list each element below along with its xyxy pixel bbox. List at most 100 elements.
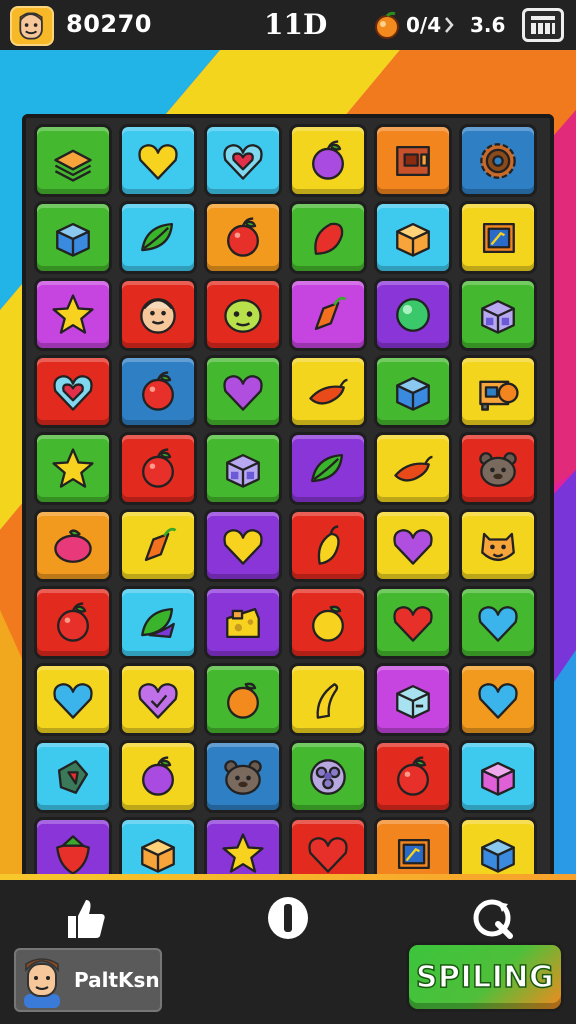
tile-leaf-green[interactable] xyxy=(119,201,197,274)
tile-machine[interactable] xyxy=(459,355,537,428)
tile-heart-blue[interactable] xyxy=(459,663,537,736)
shield-icon xyxy=(57,759,89,794)
tile-star-yellow[interactable] xyxy=(34,432,112,505)
arrow-right-icon xyxy=(445,17,454,33)
star-yellow-icon xyxy=(222,832,264,873)
strawberry-icon xyxy=(56,834,90,875)
tile-leaf-purple[interactable] xyxy=(119,586,197,659)
tile-heart-red[interactable] xyxy=(374,586,452,659)
tile-face-bear[interactable] xyxy=(459,432,537,505)
tile-card-blue[interactable] xyxy=(374,817,452,876)
pause-icon[interactable] xyxy=(264,894,312,942)
tile-star-yellow[interactable] xyxy=(34,278,112,351)
tile-apple-red[interactable] xyxy=(374,740,452,813)
tile-chili[interactable] xyxy=(374,432,452,505)
tile-card-blue[interactable] xyxy=(459,201,537,274)
tile-apple-red[interactable] xyxy=(34,586,112,659)
tile-heart-blue[interactable] xyxy=(34,663,112,736)
tile-heart-outline[interactable] xyxy=(34,355,112,428)
box-orange-icon xyxy=(396,222,430,257)
tile-chili[interactable] xyxy=(289,355,367,428)
tile-apple-red[interactable] xyxy=(119,432,197,505)
card-blue-icon xyxy=(397,838,430,869)
tile-face-round[interactable] xyxy=(119,278,197,351)
tile-box-brown[interactable] xyxy=(374,124,452,197)
tile-cheese[interactable] xyxy=(204,586,282,659)
tile-star-yellow[interactable] xyxy=(204,817,282,876)
tile-heart-purple[interactable] xyxy=(374,509,452,582)
tile-face-bear[interactable] xyxy=(204,740,282,813)
tile-apple-red[interactable] xyxy=(204,201,282,274)
face-bear-icon xyxy=(479,451,517,487)
tile-heart-red[interactable] xyxy=(289,817,367,876)
tile-plum[interactable] xyxy=(34,509,112,582)
heart-blue-icon xyxy=(478,682,518,719)
tile-heart-blue[interactable] xyxy=(459,586,537,659)
machine-icon xyxy=(479,380,519,411)
apple-purple-icon xyxy=(142,755,174,796)
profile-avatar[interactable] xyxy=(10,6,54,46)
menu-button[interactable] xyxy=(522,8,564,42)
tile-orange[interactable] xyxy=(204,663,282,736)
tile-cube-pink[interactable] xyxy=(459,740,537,813)
tile-banana[interactable] xyxy=(289,663,367,736)
cube-blue-icon xyxy=(396,376,430,411)
player-name: PaltKsn xyxy=(74,968,160,992)
tile-ball-green[interactable] xyxy=(374,278,452,351)
face-tiger-icon xyxy=(481,532,515,561)
tile-apple-purple[interactable] xyxy=(289,124,367,197)
tile-box-orange[interactable] xyxy=(374,201,452,274)
player-avatar-icon xyxy=(24,958,60,1008)
tile-face-green[interactable] xyxy=(204,278,282,351)
chili-icon xyxy=(309,378,348,405)
pepper-yellow-icon xyxy=(317,524,340,565)
tile-heart-yellow[interactable] xyxy=(119,124,197,197)
tile-flower[interactable] xyxy=(289,740,367,813)
tile-cube-blue[interactable] xyxy=(459,817,537,876)
tile-heart-yellow[interactable] xyxy=(204,509,282,582)
play-button[interactable]: SPILING xyxy=(406,942,564,1012)
heart-purple-icon xyxy=(223,374,263,411)
face-green-icon xyxy=(224,298,262,333)
tile-layers[interactable] xyxy=(34,124,112,197)
board-background xyxy=(0,50,576,876)
top-bar: 80270 11D 0/4 3.6 xyxy=(0,0,576,50)
tile-pepper-red[interactable] xyxy=(289,201,367,274)
cube-pink-icon xyxy=(481,761,515,796)
cube-blue-icon xyxy=(56,222,90,257)
tile-heart-outline-purple[interactable] xyxy=(119,663,197,736)
tile-apple-purple[interactable] xyxy=(119,740,197,813)
apple-purple-icon xyxy=(312,139,344,180)
tile-apple-yellow[interactable] xyxy=(289,586,367,659)
tile-box-lightblue[interactable] xyxy=(374,663,452,736)
tile-strawberry[interactable] xyxy=(34,817,112,876)
play-button-label: SPILING xyxy=(415,959,555,996)
tile-carrot[interactable] xyxy=(119,509,197,582)
apple-red-icon xyxy=(142,447,174,488)
tile-pepper-yellow[interactable] xyxy=(289,509,367,582)
tile-apple-red[interactable] xyxy=(119,355,197,428)
tile-gear[interactable] xyxy=(459,124,537,197)
heart-blue-icon xyxy=(478,605,518,642)
box-brown-icon xyxy=(396,145,430,176)
tile-carrot[interactable] xyxy=(289,278,367,351)
refresh-icon[interactable] xyxy=(468,894,516,942)
star-yellow-icon xyxy=(52,447,94,488)
tile-cube-lilac[interactable] xyxy=(459,278,537,351)
tile-heart-outline[interactable] xyxy=(204,124,282,197)
tile-leaf-green[interactable] xyxy=(289,432,367,505)
ball-green-icon xyxy=(396,297,430,332)
thumbs-up-icon[interactable] xyxy=(62,894,110,942)
tile-heart-purple[interactable] xyxy=(204,355,282,428)
heart-yellow-icon xyxy=(223,528,263,565)
tile-box-orange[interactable] xyxy=(119,817,197,876)
tile-cube-blue[interactable] xyxy=(374,355,452,428)
cube-blue-icon xyxy=(481,838,515,873)
tile-face-tiger[interactable] xyxy=(459,509,537,582)
tile-cube-lilac[interactable] xyxy=(204,432,282,505)
tile-shield[interactable] xyxy=(34,740,112,813)
level-label: 11D xyxy=(264,8,328,41)
heart-red-icon xyxy=(393,605,433,642)
grid-menu-icon xyxy=(531,16,555,34)
tile-cube-blue[interactable] xyxy=(34,201,112,274)
